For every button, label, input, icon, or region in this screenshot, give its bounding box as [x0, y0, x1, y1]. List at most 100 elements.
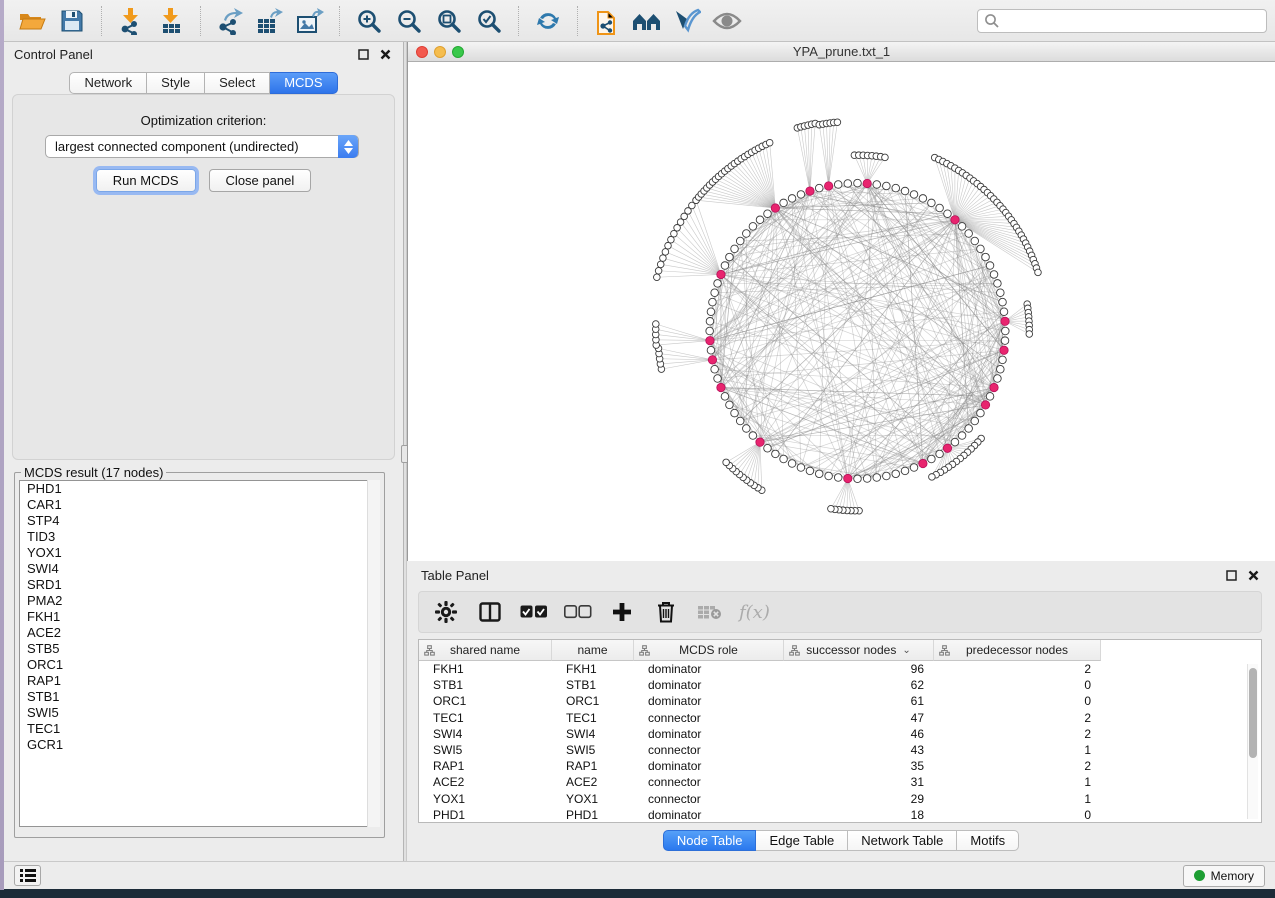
- network-window-titlebar[interactable]: YPA_prune.txt_1: [408, 42, 1275, 62]
- result-node-car1[interactable]: CAR1: [20, 497, 379, 513]
- run-mcds-button[interactable]: Run MCDS: [96, 169, 196, 192]
- export-image-button[interactable]: [293, 4, 327, 38]
- table-row-phd1[interactable]: PHD1PHD1dominator180: [419, 807, 1261, 823]
- function-builder-icon[interactable]: f(x): [739, 602, 770, 623]
- cell[interactable]: FKH1: [552, 661, 634, 677]
- cell[interactable]: YOX1: [552, 791, 634, 807]
- cell[interactable]: TEC1: [419, 710, 552, 726]
- cell[interactable]: SWI4: [419, 726, 552, 742]
- cell[interactable]: 43: [784, 742, 934, 758]
- cell[interactable]: 2: [934, 710, 1101, 726]
- cell[interactable]: dominator: [634, 677, 784, 693]
- open-file-button[interactable]: [15, 4, 49, 38]
- vizmapper-pen-button[interactable]: [670, 4, 704, 38]
- cell[interactable]: connector: [634, 774, 784, 790]
- cell[interactable]: 1: [934, 791, 1101, 807]
- zoom-in-button[interactable]: [352, 4, 386, 38]
- import-network-button[interactable]: [114, 4, 148, 38]
- control-panel-close-button[interactable]: [377, 46, 393, 62]
- cell[interactable]: ORC1: [552, 693, 634, 709]
- table-panel-float-button[interactable]: [1223, 567, 1239, 583]
- show-hide-eye-button[interactable]: [710, 4, 744, 38]
- result-node-swi4[interactable]: SWI4: [20, 561, 379, 577]
- table-row-stb1[interactable]: STB1STB1dominator620: [419, 677, 1261, 693]
- column-header-predecessor-nodes[interactable]: predecessor nodes: [934, 640, 1101, 661]
- cell[interactable]: SWI5: [419, 742, 552, 758]
- column-header-mcds-role[interactable]: MCDS role: [634, 640, 784, 661]
- table-row-orc1[interactable]: ORC1ORC1dominator610: [419, 693, 1261, 709]
- table-panel-close-button[interactable]: [1245, 567, 1261, 583]
- select-all-button[interactable]: [519, 597, 549, 627]
- delete-table-button[interactable]: [695, 597, 725, 627]
- cell[interactable]: 96: [784, 661, 934, 677]
- cell[interactable]: 1: [934, 774, 1101, 790]
- export-table-button[interactable]: [253, 4, 287, 38]
- table-row-yox1[interactable]: YOX1YOX1connector291: [419, 791, 1261, 807]
- cell[interactable]: 29: [784, 791, 934, 807]
- cell[interactable]: PHD1: [552, 807, 634, 823]
- window-maximize-icon[interactable]: [452, 46, 464, 58]
- control-panel-float-button[interactable]: [355, 46, 371, 62]
- table-settings-button[interactable]: [431, 597, 461, 627]
- cell[interactable]: 0: [934, 677, 1101, 693]
- result-node-swi5[interactable]: SWI5: [20, 705, 379, 721]
- cell[interactable]: RAP1: [419, 758, 552, 774]
- result-node-yox1[interactable]: YOX1: [20, 545, 379, 561]
- tab-node-table[interactable]: Node Table: [663, 830, 757, 851]
- cell[interactable]: ACE2: [552, 774, 634, 790]
- cell[interactable]: 47: [784, 710, 934, 726]
- optimization-select[interactable]: largest connected component (undirected): [45, 135, 359, 158]
- cell[interactable]: connector: [634, 742, 784, 758]
- cell[interactable]: STB1: [419, 677, 552, 693]
- tab-mcds[interactable]: MCDS: [270, 72, 337, 94]
- tab-network-table[interactable]: Network Table: [848, 830, 957, 851]
- tab-edge-table[interactable]: Edge Table: [756, 830, 848, 851]
- table-row-ace2[interactable]: ACE2ACE2connector311: [419, 774, 1261, 790]
- result-node-pma2[interactable]: PMA2: [20, 593, 379, 609]
- result-node-srd1[interactable]: SRD1: [20, 577, 379, 593]
- cell[interactable]: SWI4: [552, 726, 634, 742]
- result-node-stb1[interactable]: STB1: [20, 689, 379, 705]
- column-layout-button[interactable]: [475, 597, 505, 627]
- cell[interactable]: ORC1: [419, 693, 552, 709]
- table-row-swi5[interactable]: SWI5SWI5connector431: [419, 742, 1261, 758]
- save-session-button[interactable]: [55, 4, 89, 38]
- ndex-houses-button[interactable]: [630, 4, 664, 38]
- cell[interactable]: dominator: [634, 661, 784, 677]
- result-node-stb5[interactable]: STB5: [20, 641, 379, 657]
- export-network-button[interactable]: [213, 4, 247, 38]
- cell[interactable]: RAP1: [552, 758, 634, 774]
- result-node-rap1[interactable]: RAP1: [20, 673, 379, 689]
- zoom-selected-button[interactable]: [472, 4, 506, 38]
- network-document-button[interactable]: [590, 4, 624, 38]
- deselect-all-button[interactable]: [563, 597, 593, 627]
- delete-row-button[interactable]: [651, 597, 681, 627]
- cell[interactable]: 2: [934, 726, 1101, 742]
- column-header-shared-name[interactable]: shared name: [419, 640, 552, 661]
- table-row-swi4[interactable]: SWI4SWI4dominator462: [419, 726, 1261, 742]
- cell[interactable]: 35: [784, 758, 934, 774]
- cell[interactable]: dominator: [634, 726, 784, 742]
- cell[interactable]: 1: [934, 742, 1101, 758]
- tab-style[interactable]: Style: [147, 72, 205, 94]
- result-node-stp4[interactable]: STP4: [20, 513, 379, 529]
- result-node-tec1[interactable]: TEC1: [20, 721, 379, 737]
- memory-button[interactable]: Memory: [1183, 865, 1265, 887]
- cell[interactable]: TEC1: [552, 710, 634, 726]
- tab-select[interactable]: Select: [205, 72, 270, 94]
- cell[interactable]: dominator: [634, 758, 784, 774]
- cell[interactable]: 2: [934, 661, 1101, 677]
- cell[interactable]: 18: [784, 807, 934, 823]
- result-node-ace2[interactable]: ACE2: [20, 625, 379, 641]
- cell[interactable]: 31: [784, 774, 934, 790]
- cell[interactable]: connector: [634, 710, 784, 726]
- task-history-button[interactable]: [14, 865, 41, 886]
- column-header-successor-nodes[interactable]: successor nodes⌄: [784, 640, 934, 661]
- refresh-button[interactable]: [531, 4, 565, 38]
- result-node-orc1[interactable]: ORC1: [20, 657, 379, 673]
- table-row-fkh1[interactable]: FKH1FKH1dominator962: [419, 661, 1261, 677]
- result-node-phd1[interactable]: PHD1: [20, 481, 379, 497]
- cell[interactable]: SWI5: [552, 742, 634, 758]
- cell[interactable]: 0: [934, 807, 1101, 823]
- network-canvas[interactable]: [408, 62, 1275, 561]
